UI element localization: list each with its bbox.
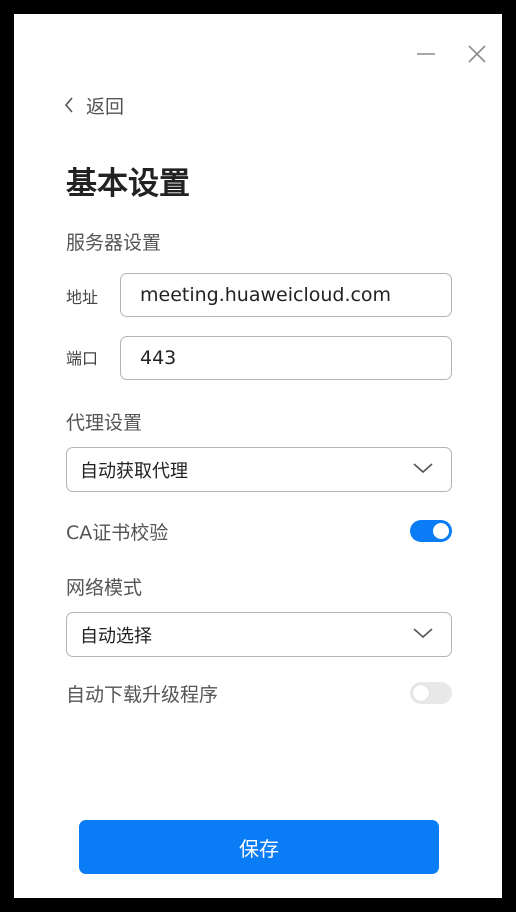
port-label: 端口 bbox=[66, 349, 99, 368]
back-label: 返回 bbox=[86, 95, 125, 118]
toggle-knob bbox=[433, 523, 449, 539]
proxy-select[interactable]: 自动获取代理 bbox=[66, 447, 452, 492]
address-label: 地址 bbox=[66, 288, 99, 307]
toggle-knob bbox=[413, 685, 429, 701]
settings-window: 返回 基本设置 服务器设置 地址 meeting.huaweicloud.com… bbox=[14, 14, 502, 898]
chevron-down-icon bbox=[413, 463, 433, 474]
ca-verify-toggle[interactable] bbox=[410, 520, 452, 542]
proxy-section-label: 代理设置 bbox=[66, 412, 143, 434]
save-button[interactable]: 保存 bbox=[79, 820, 439, 874]
auto-upgrade-toggle[interactable] bbox=[410, 682, 452, 704]
back-button[interactable]: 返回 bbox=[64, 92, 124, 118]
close-icon bbox=[468, 45, 486, 63]
minimize-icon bbox=[417, 53, 435, 55]
page-title: 基本设置 bbox=[66, 166, 190, 202]
minimize-button[interactable] bbox=[416, 44, 436, 64]
chevron-left-icon bbox=[64, 97, 73, 113]
network-select[interactable]: 自动选择 bbox=[66, 612, 452, 657]
ca-verify-label: CA证书校验 bbox=[66, 522, 169, 544]
address-input[interactable]: meeting.huaweicloud.com bbox=[120, 273, 452, 317]
chevron-down-icon bbox=[413, 628, 433, 639]
network-section-label: 网络模式 bbox=[66, 577, 143, 599]
close-button[interactable] bbox=[467, 44, 487, 64]
auto-upgrade-label: 自动下载升级程序 bbox=[66, 684, 219, 706]
network-select-value: 自动选择 bbox=[80, 625, 152, 647]
proxy-select-value: 自动获取代理 bbox=[80, 460, 188, 482]
server-section-label: 服务器设置 bbox=[66, 232, 162, 254]
port-input[interactable]: 443 bbox=[120, 336, 452, 380]
